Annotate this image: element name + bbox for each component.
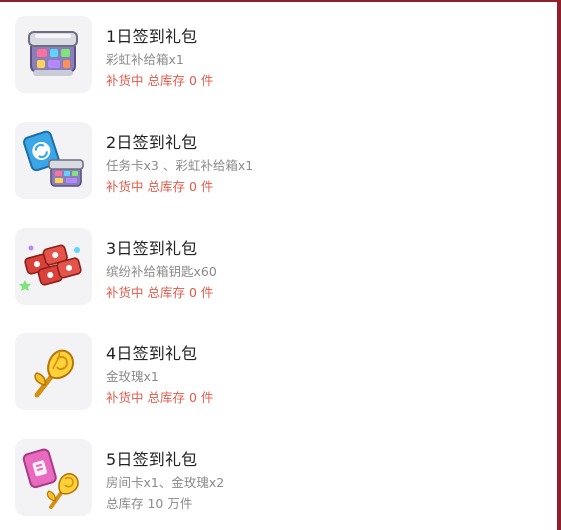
gift-item-day-2[interactable]: 2日签到礼包 任务卡x3 、彩虹补给箱x1 补货中 总库存 0 件 [15, 122, 535, 202]
stock-status: 补货中 总库存 0 件 [106, 390, 214, 405]
gift-thumbnail [15, 228, 92, 305]
stock-status: 总库存 10 万件 [106, 496, 193, 511]
stock-status: 补货中 总库存 0 件 [106, 285, 214, 300]
stock-status: 补货中 总库存 0 件 [106, 73, 214, 88]
gift-item-day-1[interactable]: 1日签到礼包 彩虹补给箱x1 补货中 总库存 0 件 [15, 16, 535, 96]
gift-title: 5日签到礼包 [106, 450, 198, 469]
gift-contents: 彩虹补给箱x1 [106, 52, 184, 67]
gift-item-day-4[interactable]: 4日签到礼包 金玫瑰x1 补货中 总库存 0 件 [15, 333, 535, 413]
gift-contents: 任务卡x3 、彩虹补给箱x1 [106, 158, 254, 173]
supply-box-keys-icon [19, 244, 82, 291]
gift-title: 4日签到礼包 [106, 344, 198, 363]
room-card-and-gold-rose-icon [22, 448, 79, 509]
gift-title: 3日签到礼包 [106, 239, 198, 258]
gold-rose-icon [34, 349, 75, 398]
gift-thumbnail [15, 122, 92, 199]
gift-contents: 房间卡x1、金玫瑰x2 [106, 475, 225, 490]
frame-right-border [557, 0, 561, 530]
task-card-and-supply-box-icon [23, 130, 84, 187]
stock-status: 补货中 总库存 0 件 [106, 179, 214, 194]
gift-thumbnail [15, 16, 92, 93]
gift-contents: 缤纷补给箱钥匙x60 [106, 264, 217, 279]
gift-thumbnail [15, 333, 92, 410]
rainbow-supply-box-icon [28, 31, 78, 76]
gift-title: 1日签到礼包 [106, 27, 198, 46]
gift-item-day-3[interactable]: 3日签到礼包 缤纷补给箱钥匙x60 补货中 总库存 0 件 [15, 228, 535, 308]
gift-contents: 金玫瑰x1 [106, 369, 159, 384]
gift-thumbnail [15, 439, 92, 516]
frame-top-border [0, 0, 561, 2]
gift-title: 2日签到礼包 [106, 133, 198, 152]
gift-item-day-5[interactable]: 5日签到礼包 房间卡x1、金玫瑰x2 总库存 10 万件 [15, 439, 535, 519]
